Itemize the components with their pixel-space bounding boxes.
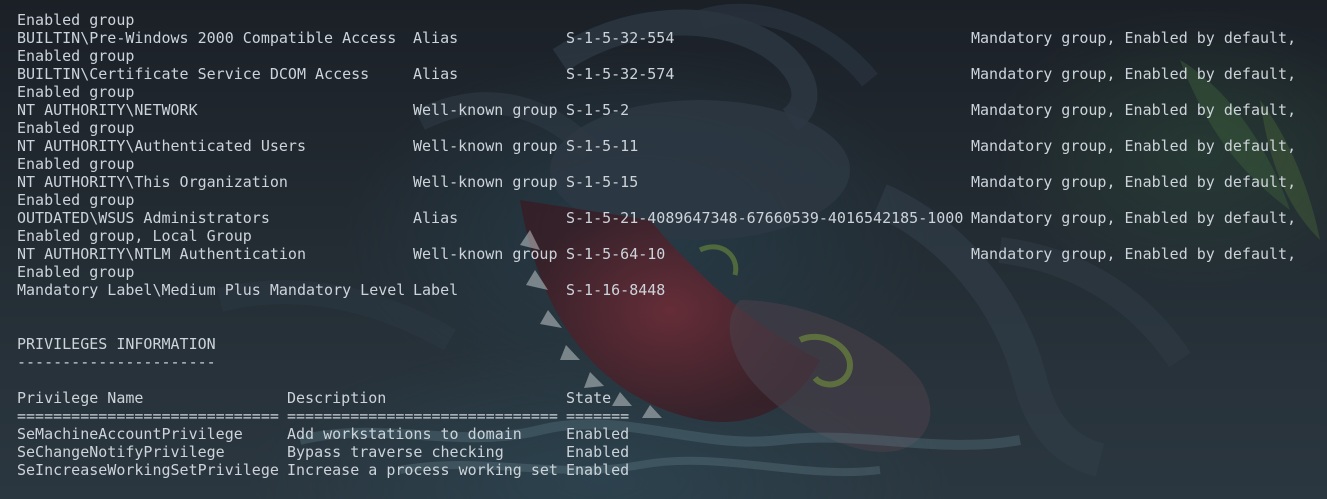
group-sid: S-1-5-21-4089647348-67660539-4016542185-… [566,209,964,227]
group-attributes: Mandatory group, Enabled by default, [971,209,1297,227]
privilege-name: SeIncreaseWorkingSetPrivilege [17,461,279,479]
group-name: NT AUTHORITY\NTLM Authentication [17,245,306,263]
terminal-output: Enabled group BUILTIN\Pre-Windows 2000 C… [0,0,1327,499]
group-attributes-continuation: Enabled group [17,155,135,173]
privilege-row: SeMachineAccountPrivilege Add workstatio… [17,425,629,443]
group-sid: S-1-5-2 [566,101,630,119]
rule-privilege-name: ============================= [17,407,279,425]
privilege-description: Increase a process working set [287,461,558,479]
group-type: Alias [413,65,459,83]
group-sid: S-1-16-8448 [566,281,666,299]
group-name: Mandatory Label\Medium Plus Mandatory Le… [17,281,406,299]
group-name: NT AUTHORITY\This Organization [17,173,288,191]
group-attributes-continuation: Enabled group [17,83,135,101]
group-attributes-continuation: Enabled group [17,11,135,29]
group-row: NT AUTHORITY\NTLM Authentication Well-kn… [17,245,1296,263]
group-name: OUTDATED\WSUS Administrators [17,209,270,227]
group-attributes-continuation: Enabled group, Local Group [17,227,252,245]
rule-description: ============================== [287,407,558,425]
privilege-state: Enabled [566,443,630,461]
group-type: Well-known group [413,101,558,119]
group-attributes-continuation: Enabled group [17,47,135,65]
privilege-name: SeMachineAccountPrivilege [17,425,243,443]
privilege-row: SeIncreaseWorkingSetPrivilege Increase a… [17,461,629,479]
privilege-name: SeChangeNotifyPrivilege [17,443,225,461]
group-row: NT AUTHORITY\NETWORK Well-known group S-… [17,101,1296,119]
group-row: NT AUTHORITY\Authenticated Users Well-kn… [17,137,1296,155]
group-type: Well-known group [413,137,558,155]
header-state: State [566,389,612,407]
privilege-description: Bypass traverse checking [287,443,504,461]
group-sid: S-1-5-32-574 [566,65,675,83]
group-attributes: Mandatory group, Enabled by default, [971,173,1297,191]
group-attributes-continuation: Enabled group [17,119,135,137]
group-name: BUILTIN\Certificate Service DCOM Access [17,65,370,83]
group-name: BUILTIN\Pre-Windows 2000 Compatible Acce… [17,29,397,47]
privileges-header-rule: ============================= ==========… [17,407,629,425]
privileges-title-rule: ---------------------- [17,353,216,371]
group-sid: S-1-5-64-10 [566,245,666,263]
group-sid: S-1-5-11 [566,137,639,155]
header-description: Description [287,389,387,407]
rule-state: ======= [566,407,630,425]
privileges-title: PRIVILEGES INFORMATION [17,335,216,353]
group-attributes: Mandatory group, Enabled by default, [971,245,1297,263]
group-attributes: Mandatory group, Enabled by default, [971,101,1297,119]
header-privilege-name: Privilege Name [17,389,144,407]
group-type: Well-known group [413,245,558,263]
group-name: NT AUTHORITY\Authenticated Users [17,137,306,155]
privileges-header-row: Privilege Name Description State [17,389,611,407]
group-row: BUILTIN\Certificate Service DCOM Access … [17,65,1296,83]
group-attributes: Mandatory group, Enabled by default, [971,29,1297,47]
group-attributes-continuation: Enabled group [17,191,135,209]
group-row: BUILTIN\Pre-Windows 2000 Compatible Acce… [17,29,1296,47]
group-sid: S-1-5-15 [566,173,639,191]
group-attributes: Mandatory group, Enabled by default, [971,137,1297,155]
group-attributes: Mandatory group, Enabled by default, [971,65,1297,83]
privilege-description: Add workstations to domain [287,425,522,443]
group-type: Label [413,281,459,299]
privilege-state: Enabled [566,425,630,443]
group-row: OUTDATED\WSUS Administrators Alias S-1-5… [17,209,1296,227]
group-attributes-continuation: Enabled group [17,263,135,281]
group-type: Alias [413,29,459,47]
group-row: NT AUTHORITY\This Organization Well-know… [17,173,1296,191]
group-type: Alias [413,209,459,227]
group-type: Well-known group [413,173,558,191]
group-name: NT AUTHORITY\NETWORK [17,101,198,119]
privilege-state: Enabled [566,461,630,479]
privilege-row: SeChangeNotifyPrivilege Bypass traverse … [17,443,629,461]
group-sid: S-1-5-32-554 [566,29,675,47]
group-row: Mandatory Label\Medium Plus Mandatory Le… [17,281,665,299]
